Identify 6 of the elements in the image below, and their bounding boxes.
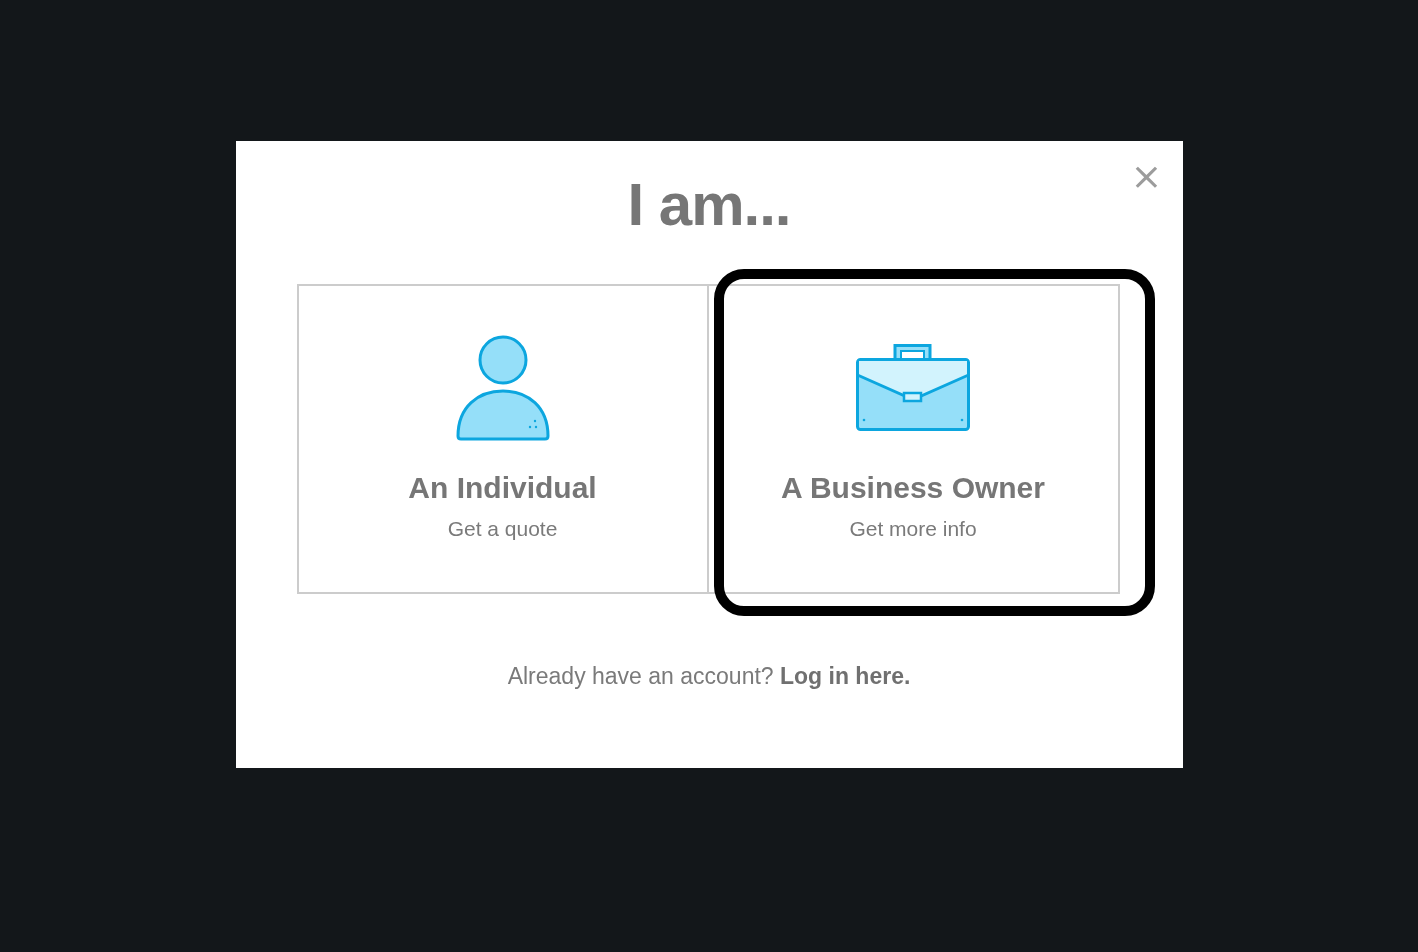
login-prompt: Already have an account? Log in here.: [507, 662, 911, 690]
login-link[interactable]: Log in here.: [780, 663, 911, 689]
close-button[interactable]: ×: [1130, 159, 1159, 193]
dialog-title: I am...: [627, 170, 791, 240]
option-card[interactable]: An Individual Get a quote: [296, 284, 709, 594]
briefcase-icon: [856, 344, 970, 432]
